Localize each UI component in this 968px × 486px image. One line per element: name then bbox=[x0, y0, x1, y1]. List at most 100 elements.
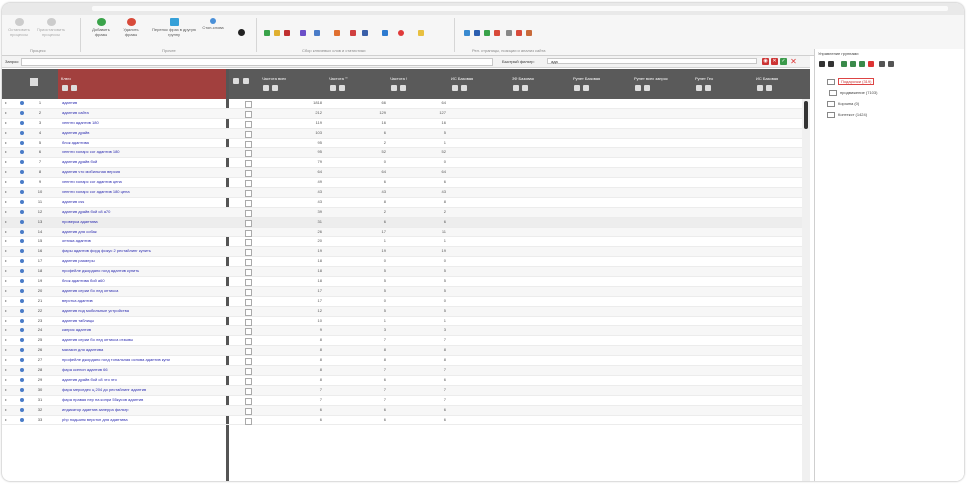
expand-arrow-icon[interactable]: ▸ bbox=[5, 109, 7, 118]
sort-icon[interactable] bbox=[263, 85, 269, 91]
sort-icon[interactable] bbox=[513, 85, 519, 91]
keyword-link[interactable]: оптика адаптив bbox=[62, 237, 224, 246]
column-zf-base[interactable]: ЗФ Базовая bbox=[509, 69, 569, 99]
expand-arrow-icon[interactable]: ▸ bbox=[5, 386, 7, 395]
table-row[interactable]: ▸ 29 адаптив драйв бой с8 что это 8 6 6 bbox=[2, 376, 802, 386]
row-checkbox[interactable] bbox=[245, 219, 252, 227]
expand-arrow-icon[interactable]: ▸ bbox=[5, 336, 7, 345]
expand-arrow-icon[interactable]: ▸ bbox=[5, 416, 7, 425]
table-row[interactable]: ▸ 27 профейле джордано голд тональная осно… bbox=[2, 356, 802, 367]
pin-icon[interactable] bbox=[20, 288, 24, 293]
table-row[interactable]: ▸ 21 верстка адаптив 17 0 0 bbox=[2, 297, 802, 307]
filter-icon[interactable] bbox=[705, 85, 711, 91]
pin-icon[interactable] bbox=[20, 358, 24, 363]
filter-icon[interactable] bbox=[272, 85, 278, 91]
table-row[interactable]: ▸ 31 фара правая пер на конри 55кусов адап… bbox=[2, 396, 802, 406]
row-checkbox[interactable] bbox=[245, 387, 252, 395]
filter-icon[interactable] bbox=[522, 85, 528, 91]
filter-icon[interactable] bbox=[766, 85, 772, 91]
expand-arrow-icon[interactable]: ▸ bbox=[5, 148, 7, 157]
copy-group-icon[interactable] bbox=[859, 61, 865, 67]
table-row[interactable]: ▸ 16 фары адаптив форд фокус 2 рестайлинг … bbox=[2, 247, 802, 258]
expand-arrow-icon[interactable]: ▸ bbox=[5, 346, 7, 355]
table-row[interactable]: ▸ 33 php подшипк версткн для адаптива 6 6 6 bbox=[2, 416, 802, 426]
position-icon[interactable] bbox=[474, 30, 480, 36]
add-group-icon[interactable] bbox=[819, 61, 825, 67]
suggest-icon[interactable] bbox=[334, 30, 340, 36]
pin-icon[interactable] bbox=[20, 269, 24, 274]
expand-arrow-icon[interactable]: ▸ bbox=[5, 188, 7, 197]
pin-icon[interactable] bbox=[20, 368, 24, 373]
pin-icon[interactable] bbox=[20, 130, 24, 135]
pin-icon[interactable] bbox=[20, 101, 24, 105]
filter-icon[interactable] bbox=[461, 85, 467, 91]
keyword-link[interactable]: хеннти холарс сог адаптив 180 bbox=[62, 148, 224, 157]
keyword-link[interactable]: адаптив драйв бой bbox=[62, 158, 224, 167]
close-icon[interactable]: ✕ bbox=[790, 58, 797, 66]
pin-icon[interactable] bbox=[20, 348, 24, 353]
group-item[interactable]: Подарочки (319) bbox=[827, 78, 875, 86]
filter-icon[interactable] bbox=[71, 85, 77, 91]
row-checkbox[interactable] bbox=[245, 308, 252, 316]
table-row[interactable]: ▸ 4 адаптив драйв 103 6 5 bbox=[2, 128, 802, 139]
keyword-link[interactable]: адаптив серии бо лед оптикса bbox=[62, 287, 224, 296]
column-freq-all[interactable]: Частота всех bbox=[259, 69, 325, 99]
forecast-icon[interactable] bbox=[350, 30, 356, 36]
filter-icon[interactable] bbox=[644, 85, 650, 91]
expand-arrow-icon[interactable]: ▸ bbox=[5, 307, 7, 316]
keyword-link[interactable]: php подшипк версткн для адаптива bbox=[62, 416, 224, 425]
money-icon[interactable] bbox=[418, 30, 424, 36]
table-row[interactable]: ▸ 22 адаптив под мобильные устройства 12 5 5 bbox=[2, 306, 802, 317]
table-row[interactable]: ▸ 19 блок адаптива бой а60 18 5 5 bbox=[2, 277, 802, 287]
filter-icon[interactable] bbox=[339, 85, 345, 91]
analytics-icon[interactable] bbox=[382, 30, 388, 36]
row-checkbox[interactable] bbox=[245, 377, 252, 385]
pin-icon[interactable] bbox=[20, 308, 24, 313]
expand-arrow-icon[interactable]: ▸ bbox=[5, 326, 7, 335]
row-checkbox[interactable] bbox=[245, 318, 252, 326]
move-phrases-button[interactable]: Перенос фраз в другую группу bbox=[150, 18, 198, 37]
expand-arrow-icon[interactable]: ▸ bbox=[5, 277, 7, 286]
table-row[interactable]: ▸ 2 адаптив сайта 212 129 127 bbox=[2, 108, 802, 119]
sort-icon[interactable] bbox=[452, 85, 458, 91]
column-runet-all[interactable]: Рунет всех запрос bbox=[631, 69, 691, 99]
add-phrases-button[interactable]: Добавить фразы bbox=[88, 18, 114, 37]
competition-icon[interactable] bbox=[314, 30, 320, 36]
sort-icon[interactable] bbox=[696, 85, 702, 91]
add-subgroup-icon[interactable] bbox=[828, 61, 834, 67]
keyword-link[interactable]: блок адаптива бой а60 bbox=[62, 277, 224, 286]
pin-icon[interactable] bbox=[20, 239, 24, 244]
pin-icon[interactable] bbox=[20, 150, 24, 155]
pin-icon[interactable] bbox=[20, 209, 24, 214]
table-row[interactable]: ▸ 13 проверка адаптива 31 6 6 bbox=[2, 217, 802, 228]
table-row[interactable]: ▸ 5 блок адаптива 95 2 1 bbox=[2, 139, 802, 149]
sort-icon[interactable] bbox=[574, 85, 580, 91]
page-icon[interactable] bbox=[464, 30, 470, 36]
expand-arrow-icon[interactable]: ▸ bbox=[5, 158, 7, 167]
pin-icon[interactable] bbox=[20, 229, 24, 234]
keyword-link[interactable]: верстка адаптив bbox=[62, 297, 224, 306]
row-checkbox[interactable] bbox=[245, 110, 252, 118]
table-row[interactable]: ▸ 23 адаптив таблицы 10 1 1 bbox=[2, 317, 802, 327]
column-is-base-2[interactable]: ИС Базовая bbox=[753, 69, 802, 99]
keyword-link[interactable]: адаптив bbox=[62, 99, 224, 108]
table-row[interactable]: ▸ 17 адаптив размеры 18 0 0 bbox=[2, 257, 802, 268]
row-checkbox[interactable] bbox=[245, 239, 252, 247]
expand-arrow-icon[interactable]: ▸ bbox=[5, 129, 7, 138]
keyword-link[interactable]: профейле джордано голд адаптив купить bbox=[62, 267, 224, 276]
expand-arrow-icon[interactable]: ▸ bbox=[5, 297, 7, 306]
analyze-icon[interactable] bbox=[526, 30, 532, 36]
row-checkbox[interactable] bbox=[245, 269, 252, 277]
filter-eye-button[interactable]: ◉ bbox=[762, 58, 769, 65]
query-input[interactable] bbox=[21, 58, 493, 66]
row-checkbox[interactable] bbox=[245, 288, 252, 296]
pin-icon[interactable] bbox=[20, 170, 24, 175]
pin-icon[interactable] bbox=[20, 219, 24, 224]
table-row[interactable]: ▸ 28 фара ксенон адаптив 66 8 7 7 bbox=[2, 366, 802, 376]
sort-icon[interactable] bbox=[243, 78, 249, 84]
pin-icon[interactable] bbox=[20, 120, 24, 125]
import-group-icon[interactable] bbox=[850, 61, 856, 67]
row-checkbox[interactable] bbox=[245, 180, 252, 188]
table-row[interactable]: ▸ 6 хеннти холарс сог адаптив 180 95 52 52 bbox=[2, 148, 802, 159]
select-all-checkbox[interactable] bbox=[233, 78, 239, 84]
